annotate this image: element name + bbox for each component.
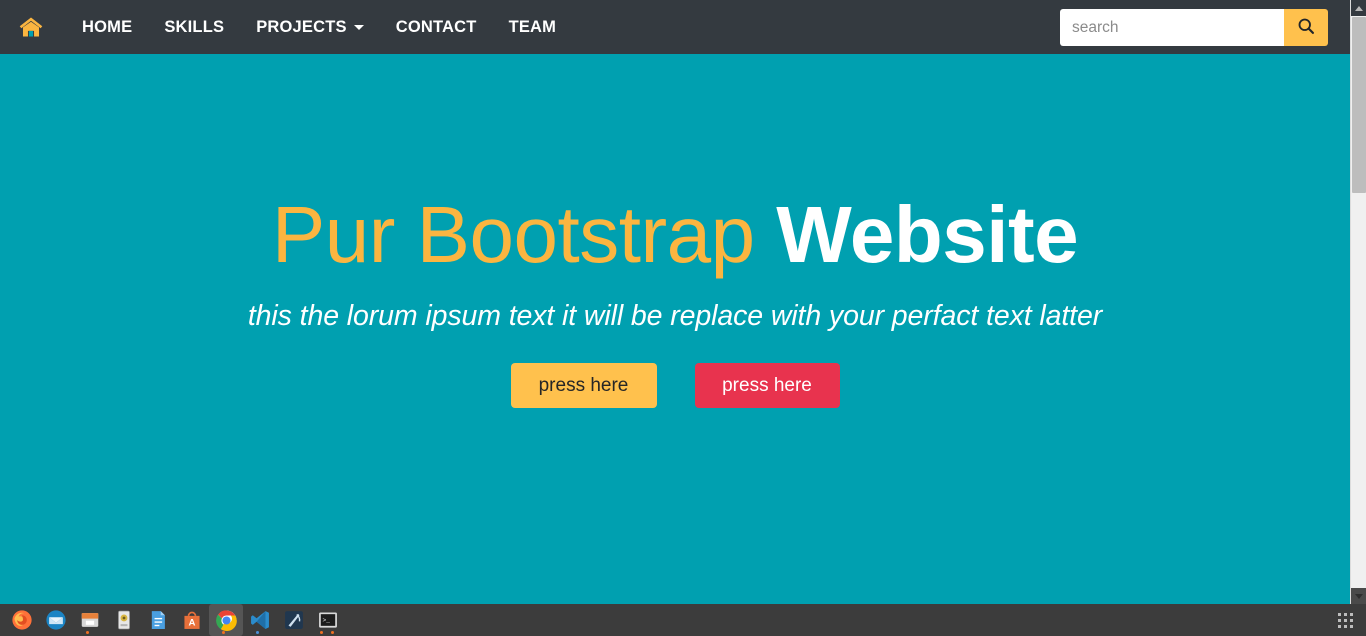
nav-item-label: CONTACT: [395, 17, 477, 36]
nav-item-projects[interactable]: PROJECTS: [240, 10, 380, 45]
search-input[interactable]: [1060, 9, 1284, 46]
taskbar-item-software-center[interactable]: A: [175, 604, 209, 636]
scroll-up-arrow-icon[interactable]: [1351, 0, 1366, 16]
taskbar-item-google-chrome[interactable]: [209, 604, 243, 636]
taskbar-running-indicator: [256, 631, 259, 634]
nav-item-skills[interactable]: SKILLS: [148, 10, 240, 45]
screen: HOME SKILLS PROJECTS CONTACT TEAM search…: [0, 0, 1366, 636]
page-title: Pur Bootstrap Website: [0, 190, 1350, 279]
taskbar-item-file-manager[interactable]: [73, 604, 107, 636]
home-icon[interactable]: [14, 10, 48, 44]
chevron-down-icon: [353, 24, 364, 30]
nav-item-contact[interactable]: CONTACT: [380, 10, 493, 45]
taskbar-running-indicator: [86, 631, 89, 634]
taskbar: A >_: [0, 604, 1366, 636]
hero-subtitle: this the lorum ipsum text it will be rep…: [247, 300, 1103, 333]
nav-item-home[interactable]: HOME: [66, 10, 148, 45]
nav-links: HOME SKILLS PROJECTS CONTACT TEAM: [66, 10, 572, 45]
nav-item-team[interactable]: TEAM: [493, 10, 573, 45]
svg-text:>_: >_: [323, 617, 331, 624]
firefox-icon: [11, 609, 33, 631]
file-manager-icon: [79, 609, 101, 631]
text-editor-icon: [147, 609, 169, 631]
svg-text:A: A: [189, 618, 196, 629]
hero-title-accent: Website: [776, 190, 1079, 279]
press-here-button-primary[interactable]: press here: [510, 363, 657, 409]
taskbar-item-text-editor[interactable]: [141, 604, 175, 636]
scroll-down-arrow-icon[interactable]: [1351, 588, 1366, 604]
chrome-icon: [215, 609, 237, 632]
search-icon: [1296, 16, 1316, 39]
press-here-button-secondary[interactable]: press here: [694, 363, 840, 409]
page-scrollbar[interactable]: [1350, 0, 1366, 604]
terminal-icon: >_: [317, 609, 339, 631]
hero-title-plain: Pur Bootstrap: [271, 190, 777, 279]
taskbar-item-thunderbird[interactable]: [39, 604, 73, 636]
nav-item-label: PROJECTS: [256, 17, 347, 36]
taskbar-item-firefox[interactable]: [5, 604, 39, 636]
navbar: HOME SKILLS PROJECTS CONTACT TEAM: [0, 0, 1350, 54]
taskbar-item-disk-utility[interactable]: [107, 604, 141, 636]
taskbar-item-terminal[interactable]: >_: [311, 604, 345, 636]
qt-creator-icon: [283, 609, 305, 631]
nav-item-label: TEAM: [508, 17, 557, 36]
vscode-icon: [249, 609, 271, 631]
thunderbird-icon: [45, 609, 67, 631]
nav-item-label: SKILLS: [164, 17, 225, 36]
taskbar-item-vs-code[interactable]: [243, 604, 277, 636]
taskbar-running-indicator: [222, 631, 225, 634]
browser-viewport: HOME SKILLS PROJECTS CONTACT TEAM search…: [0, 0, 1350, 604]
search-group: [1060, 9, 1328, 46]
disk-utility-icon: [113, 609, 135, 631]
nav-item-label: HOME: [82, 17, 133, 36]
hero-section: Pur Bootstrap Website this the lorum ips…: [0, 54, 1350, 604]
hero-buttons: press here press here: [0, 363, 1350, 409]
software-center-icon: A: [181, 609, 203, 631]
taskbar-item-qt-creator[interactable]: [277, 604, 311, 636]
taskbar-running-indicator: [320, 631, 323, 634]
taskbar-running-indicator: [331, 631, 334, 634]
search-button[interactable]: [1284, 9, 1328, 46]
app-grid-icon[interactable]: [1328, 604, 1362, 636]
scrollbar-thumb[interactable]: [1352, 17, 1366, 193]
